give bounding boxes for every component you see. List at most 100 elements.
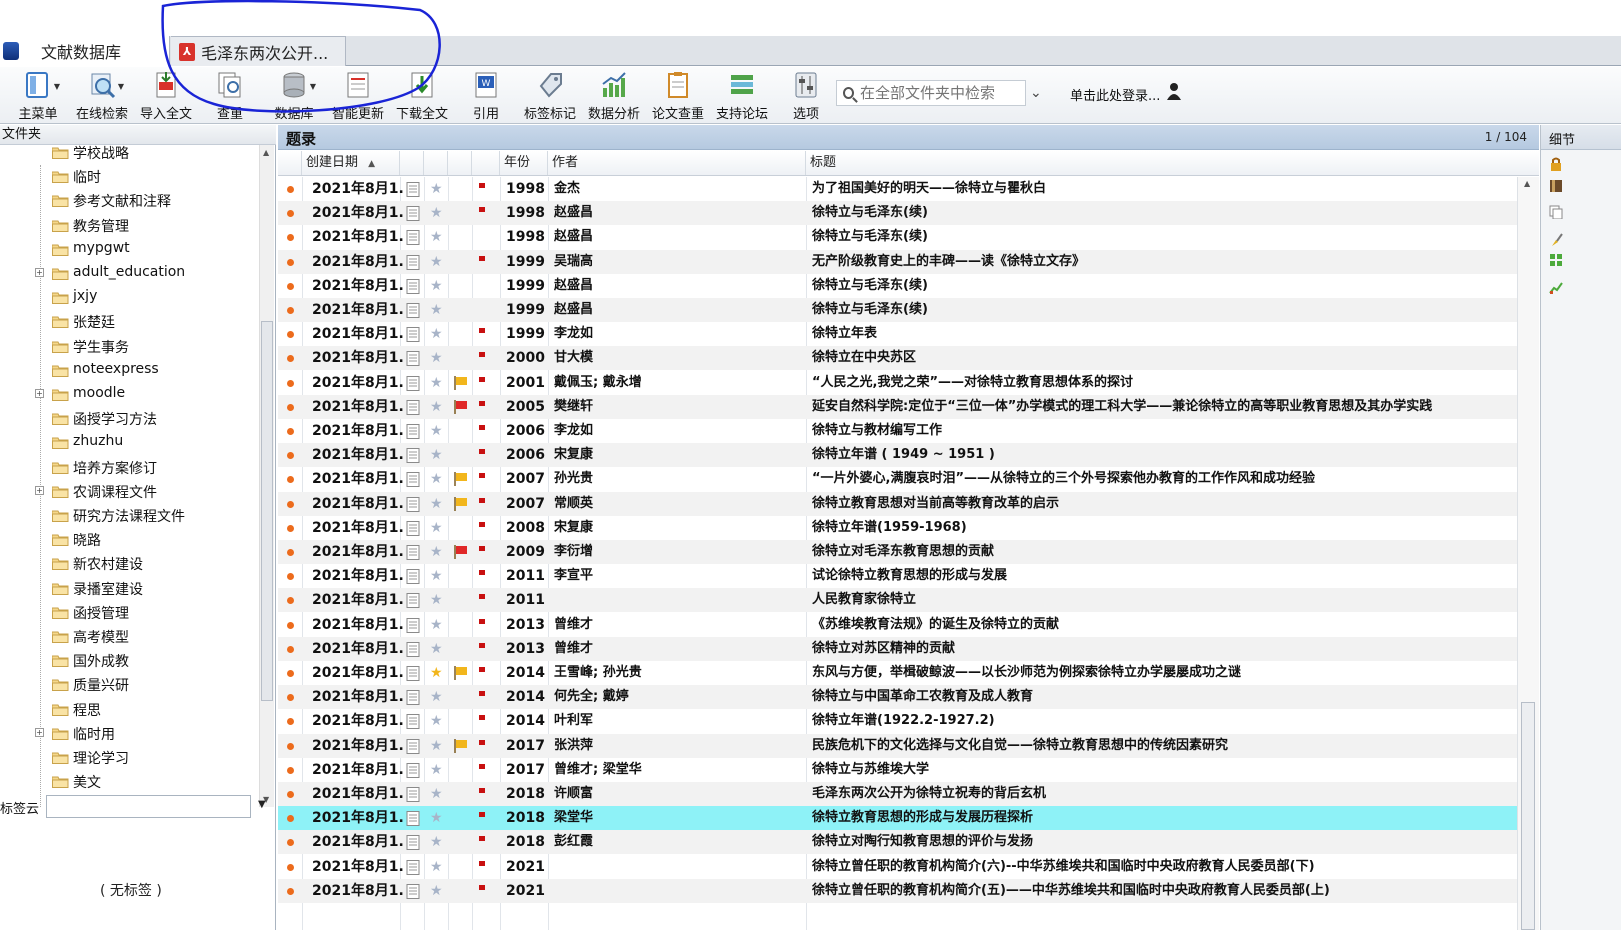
folder-item[interactable]: 张楚廷 (0, 310, 258, 334)
column-header-author[interactable]: 作者 (548, 151, 806, 175)
folder-item[interactable]: + 农调课程文件 (0, 480, 258, 504)
star-icon[interactable]: ★ (430, 399, 443, 415)
expand-icon[interactable]: + (35, 389, 44, 398)
column-header-star[interactable] (424, 151, 448, 175)
table-row[interactable]: 2021年8月1. ★ 2007 常顺英 徐特立教育思想对当前高等教育改革的启示 (278, 491, 1517, 516)
folder-item[interactable]: 研究方法课程文件 (0, 504, 258, 528)
folder-item[interactable]: + 临时用 (0, 722, 258, 746)
search-scope-dropdown[interactable]: ⌄ (1030, 85, 1042, 101)
table-row[interactable]: 2021年8月1. ★ 2014 叶利军 徐特立年谱(1922.2-1927.2) (278, 709, 1517, 733)
folder-item[interactable]: 国外成教 (0, 649, 258, 673)
table-row[interactable]: 2021年8月1. ★ 2000 甘大模 徐特立在中央苏区 (278, 346, 1517, 371)
folder-item[interactable]: 函授管理 (0, 601, 258, 625)
folder-item[interactable]: 质量兴研 (0, 673, 258, 697)
attachment-icon[interactable] (406, 666, 420, 681)
star-icon[interactable]: ★ (430, 423, 443, 439)
grid-icon[interactable] (1549, 253, 1563, 267)
star-icon[interactable]: ★ (430, 544, 443, 560)
attachment-icon[interactable] (406, 327, 420, 343)
star-icon[interactable]: ★ (430, 834, 443, 850)
star-icon[interactable]: ★ (430, 786, 443, 802)
table-row[interactable]: 2021年8月1. ★ 2014 王雪峰; 孙光贵 东风与方便，举楫破鲸波——以长沙师范… (278, 661, 1517, 685)
table-row[interactable]: 2021年8月1. ★ 2018 彭红霞 徐特立对陶行知教育思想的评价与发扬 (278, 830, 1517, 855)
attachment-icon[interactable] (406, 859, 420, 875)
table-row[interactable]: 2021年8月1. ★ 1999 赵盛昌 徐特立与毛泽东(续) (278, 298, 1517, 322)
attachment-icon[interactable] (406, 787, 420, 802)
attachment-icon[interactable] (406, 496, 420, 512)
folder-item[interactable]: 函授学习方法 (0, 407, 258, 431)
column-header-status[interactable] (278, 151, 302, 175)
attachment-icon[interactable] (406, 182, 420, 197)
login-link[interactable]: 单击此处登录... (1070, 85, 1160, 104)
smart-update-button[interactable]: 智能更新 (326, 67, 390, 123)
download-fulltext-button[interactable]: 下载全文 (390, 67, 454, 123)
table-row[interactable]: 2021年8月1. ★ 2001 戴佩玉; 戴永增 “人民之光,我党之荣”——对徐特立教… (278, 371, 1517, 395)
star-icon[interactable]: ★ (430, 302, 443, 318)
scroll-up-arrow-icon[interactable]: ▲ (263, 148, 269, 157)
online-search-button[interactable]: ▼ 在线检索 (70, 67, 134, 123)
folder-item[interactable]: 高考模型 (0, 625, 258, 649)
star-icon[interactable]: ★ (430, 471, 443, 487)
table-row[interactable]: 2021年8月1. ★ 2013 曾维才 徐特立对苏区精神的贡献 (278, 636, 1517, 661)
table-row[interactable]: 2021年8月1. ★ 2009 李衍增 徐特立对毛泽东教育思想的贡献 (278, 540, 1517, 564)
flag-icon[interactable] (453, 665, 469, 681)
expand-icon[interactable]: + (35, 268, 44, 277)
support-forum-button[interactable]: 支持论坛 (710, 67, 774, 123)
attachment-icon[interactable] (406, 569, 420, 585)
attachment-icon[interactable] (406, 714, 420, 730)
column-header-title[interactable]: 标题 (806, 151, 1539, 175)
attachment-icon[interactable] (406, 303, 420, 318)
table-row[interactable]: 2021年8月1. ★ 2018 梁堂华 徐特立教育思想的形成与发展历程探析 (278, 806, 1517, 831)
table-row[interactable]: 2021年8月1. ★ 2011 李宣平 试论徐特立教育思想的形成与发展 (278, 564, 1517, 588)
data-analysis-button[interactable]: 数据分析 (582, 67, 646, 123)
lock-icon[interactable] (1549, 157, 1563, 171)
tag-cloud-input[interactable] (46, 795, 251, 818)
folder-item[interactable]: 新农村建设 (0, 552, 258, 576)
star-icon[interactable]: ★ (430, 883, 443, 899)
column-header-year[interactable]: 年份 (500, 151, 548, 175)
folder-item[interactable]: 美文 (0, 770, 258, 794)
database-button[interactable]: ▼ 数据库 (262, 67, 326, 123)
attachment-icon[interactable] (406, 641, 420, 657)
star-icon[interactable]: ★ (430, 641, 443, 657)
folder-search-box[interactable] (836, 80, 1026, 106)
star-icon[interactable]: ★ (430, 326, 443, 342)
flag-icon[interactable] (453, 738, 469, 754)
table-row[interactable]: 2021年8月1. ★ 2006 宋复康 徐特立年谱 ( 1949 ~ 1951 ) (278, 443, 1517, 468)
copy-icon[interactable] (1549, 205, 1563, 219)
flag-icon[interactable] (453, 375, 469, 391)
table-row[interactable]: 2021年8月1. ★ 1999 赵盛昌 徐特立与毛泽东(续) (278, 274, 1517, 298)
folder-item[interactable]: noteexpress (0, 359, 258, 383)
attachment-icon[interactable] (406, 545, 420, 560)
find-duplicates-button[interactable]: 查重 (198, 67, 262, 123)
attachment-icon[interactable] (406, 278, 420, 294)
search-input[interactable] (860, 84, 1025, 102)
star-icon[interactable]: ★ (430, 568, 443, 584)
folder-item[interactable]: 程思 (0, 698, 258, 722)
table-row[interactable]: 2021年8月1. ★ 2021 徐特立曾任职的教育机构简介(六)--中华苏维埃共和国… (278, 855, 1517, 879)
folder-item[interactable]: 临时 (0, 165, 258, 189)
tab-database[interactable]: 文献数据库 (0, 36, 170, 66)
folder-item[interactable]: 理论学习 (0, 746, 258, 770)
star-icon[interactable]: ★ (430, 738, 443, 754)
options-button[interactable]: 选项 (774, 67, 838, 123)
star-icon[interactable]: ★ (430, 181, 443, 197)
reference-list-scrollbar-thumb[interactable] (1521, 702, 1535, 930)
table-row[interactable]: 2021年8月1. ★ 1998 赵盛昌 徐特立与毛泽东(续) (278, 201, 1517, 226)
flag-icon[interactable] (453, 471, 469, 487)
star-icon[interactable]: ★ (430, 762, 443, 778)
table-row[interactable]: 2021年8月1. ★ 1998 赵盛昌 徐特立与毛泽东(续) (278, 225, 1517, 249)
table-row[interactable]: 2021年8月1. ★ 2017 曾维才; 梁堂华 徐特立与苏维埃大学 (278, 758, 1517, 782)
folder-item[interactable]: jxjy (0, 286, 258, 310)
expand-icon[interactable]: + (35, 485, 44, 495)
attachment-icon[interactable] (406, 762, 420, 778)
folder-item[interactable]: zhuzhu (0, 431, 258, 455)
folder-item[interactable]: mypgwt (0, 238, 258, 262)
reference-list-scrollbar[interactable]: ▲ (1517, 177, 1539, 930)
tag-cloud-dropdown-icon[interactable]: ▼ (258, 799, 266, 810)
table-row[interactable]: 2021年8月1. ★ 2017 张洪萍 民族危机下的文化选择与文化自觉——徐特立教育思… (278, 733, 1517, 758)
star-icon[interactable]: ★ (430, 810, 443, 826)
star-icon[interactable]: ★ (430, 617, 443, 633)
attachment-icon[interactable] (406, 811, 420, 827)
attachment-icon[interactable] (406, 520, 420, 536)
